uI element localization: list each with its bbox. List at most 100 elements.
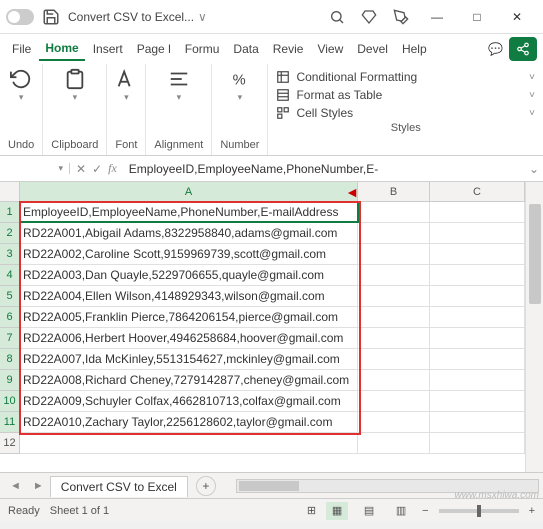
number-button[interactable]: % ▾ xyxy=(229,68,251,103)
add-sheet-button[interactable]: + xyxy=(196,476,216,496)
alignment-button[interactable]: ▾ xyxy=(168,68,190,103)
normal-view-button[interactable]: ▦ xyxy=(326,502,348,520)
column-header-b[interactable]: B xyxy=(358,182,430,201)
column-header-a[interactable]: A ◄ xyxy=(20,182,358,201)
font-button[interactable]: ▾ xyxy=(115,68,137,103)
cell[interactable] xyxy=(430,349,525,369)
paste-button[interactable]: ▾ xyxy=(64,68,86,103)
cell[interactable] xyxy=(358,349,430,369)
sheet-tab[interactable]: Convert CSV to Excel xyxy=(50,476,188,497)
sheet-nav-next[interactable]: ► xyxy=(27,480,50,492)
cell[interactable] xyxy=(20,433,358,453)
formula-input[interactable]: EmployeeID,EmployeeName,PhoneNumber,E- xyxy=(123,162,525,176)
cell[interactable]: RD22A009,Schuyler Colfax,4662810713,colf… xyxy=(20,391,358,411)
expand-formula-icon[interactable]: ⌄ xyxy=(525,162,543,176)
cell[interactable] xyxy=(358,370,430,390)
cell[interactable]: RD22A001,Abigail Adams,8322958840,adams@… xyxy=(20,223,358,243)
cell[interactable] xyxy=(358,202,430,222)
cell[interactable]: RD22A008,Richard Cheney,7279142877,chene… xyxy=(20,370,358,390)
tab-insert[interactable]: Insert xyxy=(87,38,129,60)
vertical-scroll-thumb[interactable] xyxy=(529,204,541,304)
namebox-chevron-icon[interactable]: ▾ xyxy=(58,163,63,174)
row-header[interactable]: 4 xyxy=(0,265,19,286)
cell[interactable]: RD22A002,Caroline Scott,9159969739,scott… xyxy=(20,244,358,264)
minimize-button[interactable]: — xyxy=(417,1,457,33)
cell[interactable] xyxy=(358,286,430,306)
vertical-scrollbar[interactable] xyxy=(525,182,543,472)
tab-developer[interactable]: Devel xyxy=(351,38,394,60)
cancel-formula-icon[interactable]: ✕ xyxy=(76,162,86,176)
tab-page-layout[interactable]: Page l xyxy=(131,38,177,60)
page-break-view-button[interactable]: ▥ xyxy=(390,502,412,520)
cell[interactable] xyxy=(358,307,430,327)
cell[interactable] xyxy=(358,328,430,348)
tab-help[interactable]: Help xyxy=(396,38,433,60)
save-icon[interactable] xyxy=(42,8,60,26)
row-header[interactable]: 1 xyxy=(0,202,19,223)
row-header[interactable]: 12 xyxy=(0,433,19,454)
cell[interactable]: RD22A005,Franklin Pierce,7864206154,pier… xyxy=(20,307,358,327)
row-header[interactable]: 3 xyxy=(0,244,19,265)
display-settings-icon[interactable]: ⊞ xyxy=(307,504,316,517)
cell[interactable]: RD22A006,Herbert Hoover,4946258684,hoove… xyxy=(20,328,358,348)
row-header[interactable]: 6 xyxy=(0,307,19,328)
cell[interactable]: RD22A003,Dan Quayle,5229706655,quayle@gm… xyxy=(20,265,358,285)
cell[interactable]: RD22A007,Ida McKinley,5513154627,mckinle… xyxy=(20,349,358,369)
tab-review[interactable]: Revie xyxy=(267,38,310,60)
zoom-out-button[interactable]: − xyxy=(422,505,428,517)
cell-styles-button[interactable]: Cell Styles ˅ xyxy=(276,104,535,122)
undo-button[interactable]: ▾ xyxy=(10,68,32,103)
row-header[interactable]: 5 xyxy=(0,286,19,307)
cell[interactable] xyxy=(430,412,525,432)
cell[interactable] xyxy=(358,265,430,285)
tab-view[interactable]: View xyxy=(311,38,349,60)
comments-button[interactable]: 💬 xyxy=(484,38,507,60)
cell[interactable] xyxy=(430,370,525,390)
cell[interactable] xyxy=(358,412,430,432)
cell[interactable] xyxy=(430,433,525,453)
share-button[interactable] xyxy=(509,37,537,61)
tab-home[interactable]: Home xyxy=(39,37,84,61)
column-header-c[interactable]: C xyxy=(430,182,525,201)
cell[interactable]: RD22A004,Ellen Wilson,4148929343,wilson@… xyxy=(20,286,358,306)
cell[interactable] xyxy=(430,223,525,243)
maximize-button[interactable]: □ xyxy=(457,1,497,33)
row-header[interactable]: 10 xyxy=(0,391,19,412)
cell[interactable] xyxy=(430,328,525,348)
cell[interactable] xyxy=(430,202,525,222)
cell[interactable] xyxy=(430,286,525,306)
search-icon[interactable] xyxy=(321,1,353,33)
autosave-toggle[interactable] xyxy=(6,9,34,25)
diamond-icon[interactable] xyxy=(353,1,385,33)
row-header[interactable]: 8 xyxy=(0,349,19,370)
cell[interactable] xyxy=(358,433,430,453)
cell[interactable] xyxy=(430,244,525,264)
cell[interactable]: EmployeeID,EmployeeName,PhoneNumber,E-ma… xyxy=(20,202,358,222)
cell[interactable] xyxy=(430,265,525,285)
cell[interactable]: RD22A010,Zachary Taylor,2256128602,taylo… xyxy=(20,412,358,432)
cell[interactable] xyxy=(358,244,430,264)
format-as-table-button[interactable]: Format as Table ˅ xyxy=(276,86,535,104)
sheet-nav-prev[interactable]: ◄ xyxy=(4,480,27,492)
close-button[interactable]: ✕ xyxy=(497,1,537,33)
name-box[interactable]: ▾ xyxy=(0,163,70,174)
title-chevron-icon[interactable]: ∨ xyxy=(198,10,207,24)
accept-formula-icon[interactable]: ✓ xyxy=(92,162,102,176)
cell[interactable] xyxy=(358,223,430,243)
tab-data[interactable]: Data xyxy=(227,38,264,60)
tab-formulas[interactable]: Formu xyxy=(179,38,226,60)
pen-icon[interactable] xyxy=(385,1,417,33)
horizontal-scroll-thumb[interactable] xyxy=(239,481,299,491)
select-all-corner[interactable] xyxy=(0,182,20,202)
cell[interactable] xyxy=(430,307,525,327)
cell[interactable] xyxy=(358,391,430,411)
row-header[interactable]: 7 xyxy=(0,328,19,349)
row-header[interactable]: 11 xyxy=(0,412,19,433)
fx-icon[interactable]: fx xyxy=(108,161,117,176)
cell[interactable] xyxy=(430,391,525,411)
zoom-slider[interactable] xyxy=(439,509,519,513)
zoom-in-button[interactable]: + xyxy=(529,505,535,517)
conditional-formatting-button[interactable]: Conditional Formatting ˅ xyxy=(276,68,535,86)
cells-area[interactable]: EmployeeID,EmployeeName,PhoneNumber,E-ma… xyxy=(20,202,525,472)
page-layout-view-button[interactable]: ▤ xyxy=(358,502,380,520)
